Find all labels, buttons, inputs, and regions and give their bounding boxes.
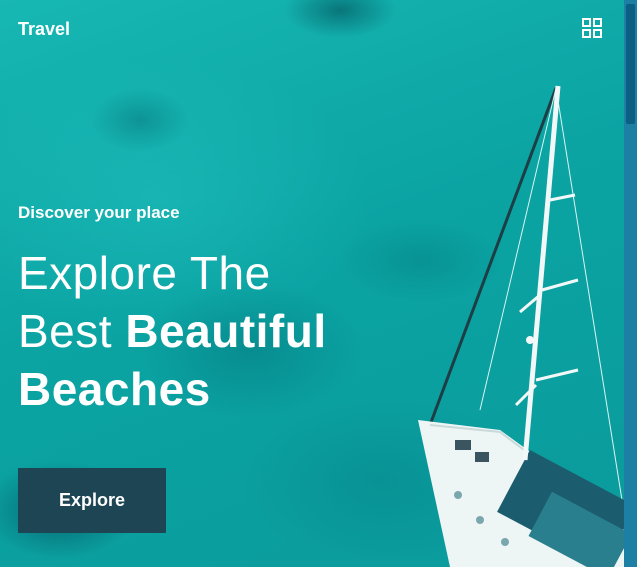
grid-icon <box>582 18 602 38</box>
scrollbar[interactable] <box>624 0 637 567</box>
explore-button[interactable]: Explore <box>18 468 166 533</box>
brand-title[interactable]: Travel <box>18 19 70 40</box>
headline-line2-bold: Beautiful <box>125 305 327 357</box>
headline-line2-regular: Best <box>18 305 113 357</box>
hero-headline: Explore The Best Beautiful Beaches <box>18 244 327 418</box>
sailboat-image <box>418 85 624 567</box>
scrollbar-thumb[interactable] <box>626 4 635 124</box>
headline-line1: Explore The <box>18 247 271 299</box>
grid-menu-button[interactable] <box>582 18 602 38</box>
hero-eyebrow: Discover your place <box>18 203 180 222</box>
headline-line3-bold: Beaches <box>18 363 211 415</box>
